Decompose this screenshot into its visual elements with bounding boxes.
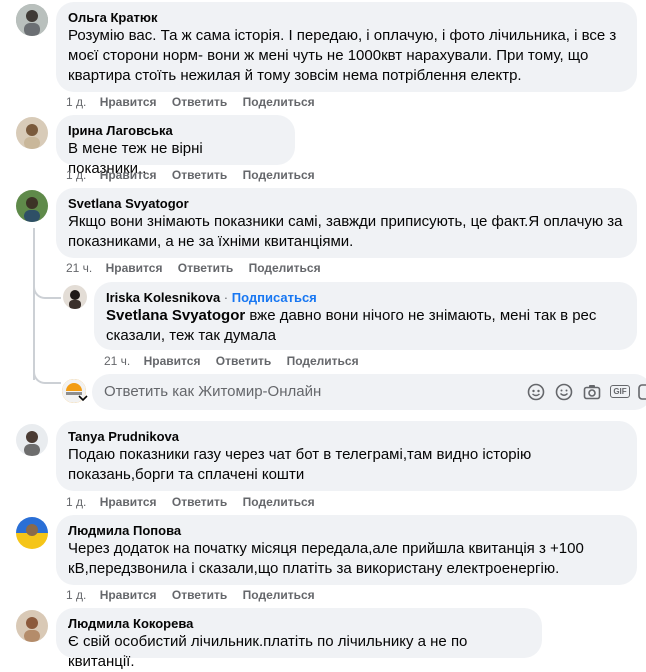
reply-input[interactable]: Ответить как Житомир-Онлайн: [104, 383, 321, 400]
comment-text: Розумію вас. Та ж сама історія. І переда…: [68, 27, 617, 84]
reply-text: Svetlana Svyatogor вже давно вони нічого…: [106, 306, 625, 346]
comment-bubble: Svetlana Svyatogor Якщо вони знімають по…: [56, 188, 637, 258]
thread-line-curve-box: [33, 368, 61, 384]
comment-author[interactable]: Людмила Кокорева: [68, 615, 530, 632]
reply-button[interactable]: Ответить: [172, 168, 227, 182]
comment-time[interactable]: 1 д.: [66, 495, 86, 509]
comment-time[interactable]: 21 ч.: [66, 261, 92, 275]
share-button[interactable]: Поделиться: [287, 354, 359, 368]
reply-button[interactable]: Ответить: [216, 354, 271, 368]
avatar-image: [16, 424, 48, 456]
comment-time[interactable]: 1 д.: [66, 168, 86, 182]
avatar[interactable]: [16, 4, 48, 36]
avatar-image: [16, 117, 48, 149]
comment-actions: 1 д. Нравится Ответить Поделиться: [66, 495, 315, 509]
gif-label: GIF: [610, 385, 630, 398]
reply-input-box[interactable]: Ответить как Житомир-Онлайн GIF: [92, 374, 646, 410]
like-button[interactable]: Нравится: [100, 495, 157, 509]
reply-author[interactable]: Iriska Kolesnikova: [106, 290, 220, 305]
like-button[interactable]: Нравится: [100, 588, 157, 602]
comment-time[interactable]: 1 д.: [66, 588, 86, 602]
reply-button[interactable]: Ответить: [172, 588, 227, 602]
comment-actions: 1 д. Нравится Ответить Поделиться: [66, 95, 315, 109]
comment-bubble: Tanya Prudnikova Подаю показники газу че…: [56, 421, 637, 491]
comment-text: Якщо вони знімають показники самі, завжд…: [68, 213, 623, 250]
emoji-icon[interactable]: [554, 382, 574, 402]
share-button[interactable]: Поделиться: [243, 588, 315, 602]
reply-actions: 21 ч. Нравится Ответить Поделиться: [104, 354, 359, 368]
comment-bubble: Ольга Кратюк Розумію вас. Та ж сама істо…: [56, 2, 637, 92]
avatar-image: [16, 190, 48, 222]
share-button[interactable]: Поделиться: [243, 168, 315, 182]
share-button[interactable]: Поделиться: [243, 495, 315, 509]
avatar[interactable]: [16, 190, 48, 222]
avatar-image: [16, 4, 48, 36]
avatar-image: [63, 285, 87, 309]
comment-author[interactable]: Svetlana Svyatogor: [68, 195, 625, 212]
avatar-image: [16, 517, 48, 549]
comment-actions: 1 д. Нравится Ответить Поделиться: [66, 168, 315, 182]
comment-author[interactable]: Людмила Попова: [68, 522, 625, 539]
comment-author[interactable]: Ольга Кратюк: [68, 9, 625, 26]
avatar[interactable]: [16, 117, 48, 149]
reply-author-line: Iriska Kolesnikova · Подписаться: [106, 289, 625, 306]
like-button[interactable]: Нравится: [106, 261, 163, 275]
reply-time[interactable]: 21 ч.: [104, 354, 130, 368]
chevron-down-icon[interactable]: [78, 394, 88, 402]
share-button[interactable]: Поделиться: [243, 95, 315, 109]
gif-icon[interactable]: GIF: [610, 382, 630, 402]
comment-actions: 1 д. Нравится Ответить Поделиться: [66, 588, 315, 602]
mention-link[interactable]: Svetlana Svyatogor: [106, 307, 245, 324]
reply-bubble: Iriska Kolesnikova · Подписаться Svetlan…: [94, 282, 637, 350]
comment-bubble: Людмила Попова Через додаток на початку …: [56, 515, 637, 585]
camera-icon[interactable]: [582, 382, 602, 402]
comment-time[interactable]: 1 д.: [66, 95, 86, 109]
like-button[interactable]: Нравится: [100, 168, 157, 182]
reply-button[interactable]: Ответить: [172, 95, 227, 109]
reply-button[interactable]: Ответить: [178, 261, 233, 275]
follow-link[interactable]: Подписаться: [232, 290, 317, 305]
share-button[interactable]: Поделиться: [249, 261, 321, 275]
comment-author[interactable]: Ірина Лаговська: [68, 122, 283, 139]
avatar[interactable]: [63, 285, 87, 309]
comment-author[interactable]: Tanya Prudnikova: [68, 428, 625, 445]
avatar[interactable]: [16, 610, 48, 642]
like-button[interactable]: Нравится: [144, 354, 201, 368]
thread-line-curve-reply: [33, 285, 61, 299]
comment-text: Є свій особистий лічильник.платіть по лі…: [68, 633, 468, 670]
comment-text: Подаю показники газу через чат бот в тел…: [68, 446, 532, 483]
avatar-image: [16, 610, 48, 642]
clip-icon[interactable]: [636, 382, 646, 402]
avatar[interactable]: [16, 424, 48, 456]
avatar[interactable]: [16, 517, 48, 549]
thread-line-vertical: [33, 228, 35, 380]
separator: ·: [223, 290, 229, 305]
comment-text: Через додаток на початку місяця передала…: [68, 540, 584, 577]
reply-button[interactable]: Ответить: [172, 495, 227, 509]
comment-actions: 21 ч. Нравится Ответить Поделиться: [66, 261, 321, 275]
sticker-icon[interactable]: [526, 382, 546, 402]
comment-bubble: Ірина Лаговська В мене теж не вірні пока…: [56, 115, 295, 177]
like-button[interactable]: Нравится: [100, 95, 157, 109]
comment-bubble: Людмила Кокорева Є свій особистий лічиль…: [56, 608, 542, 670]
